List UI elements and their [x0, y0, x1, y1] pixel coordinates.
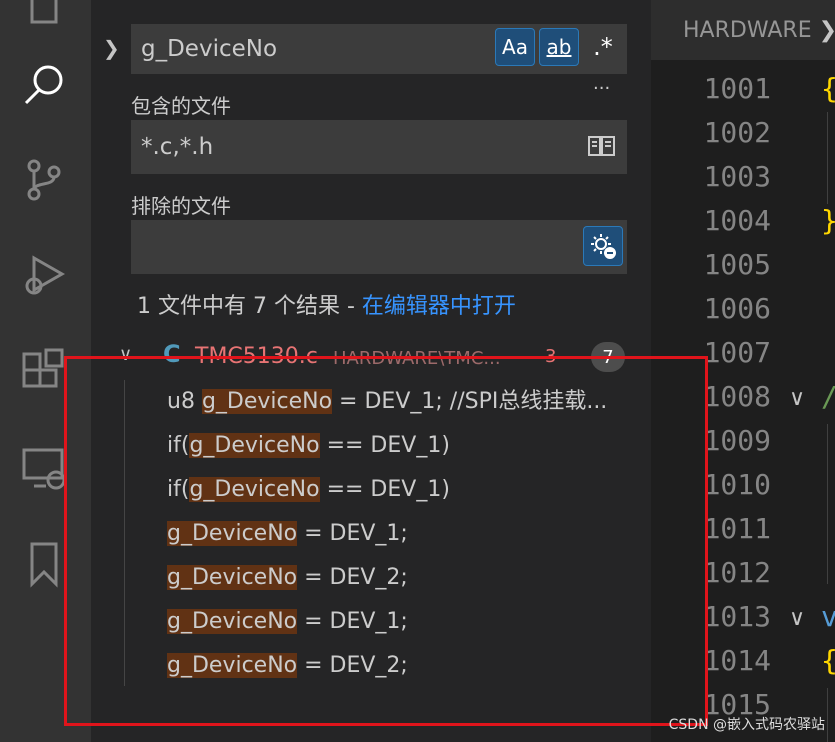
- line-number: 1010: [703, 468, 771, 501]
- toggle-replace-chevron-icon[interactable]: ❯: [103, 36, 120, 60]
- match-whole-word-button[interactable]: ab: [539, 28, 579, 66]
- fold-chevron-icon[interactable]: ∨: [789, 606, 805, 631]
- match-count-badge: 7: [591, 342, 625, 372]
- open-editors-only-book-icon[interactable]: [587, 134, 617, 162]
- search-result-line[interactable]: g_DeviceNo = DEV_2;: [167, 646, 408, 686]
- more-options-icon[interactable]: ···: [593, 78, 610, 99]
- result-prefix: if(: [167, 477, 190, 502]
- search-icon[interactable]: [16, 56, 72, 112]
- result-suffix: = DEV_1; //SPI总线挂载...: [332, 389, 608, 414]
- match-whole-word-label: ab: [546, 35, 572, 59]
- line-number: 1009: [703, 424, 771, 457]
- line-number: 1008: [703, 380, 771, 413]
- c-file-icon: C: [163, 340, 181, 368]
- result-prefix: u8: [167, 389, 202, 414]
- include-files-input[interactable]: *.c,*.h: [131, 120, 627, 174]
- search-result-line[interactable]: g_DeviceNo = DEV_1;: [167, 514, 408, 554]
- problems-count: 3: [545, 346, 557, 367]
- result-suffix: = DEV_2;: [297, 653, 408, 678]
- editor-tab-label[interactable]: HARDWARE ❯: [683, 18, 835, 43]
- extensions-icon[interactable]: [16, 344, 72, 400]
- code-glyph: {: [821, 72, 835, 105]
- code-glyph: /: [821, 380, 835, 413]
- remote-explorer-icon[interactable]: [16, 440, 72, 496]
- match-case-button[interactable]: Aa: [495, 28, 535, 66]
- indent-guide: [827, 688, 828, 742]
- line-number: 1005: [703, 248, 771, 281]
- exclude-files-label: 排除的文件: [131, 194, 231, 218]
- line-number: 1012: [703, 556, 771, 589]
- line-number: 1002: [703, 116, 771, 149]
- line-number: 1011: [703, 512, 771, 545]
- result-suffix: = DEV_1;: [297, 521, 408, 546]
- results-summary-text: 1 文件中有 7 个结果 -: [137, 294, 362, 319]
- search-result-line[interactable]: g_DeviceNo = DEV_2;: [167, 558, 408, 598]
- fold-chevron-icon[interactable]: ∨: [789, 386, 805, 411]
- watermark: CSDN @嵌入式码农驿站: [668, 717, 825, 733]
- source-control-icon[interactable]: [16, 152, 72, 208]
- bookmark-icon[interactable]: [16, 536, 72, 592]
- results-summary: 1 文件中有 7 个结果 - 在编辑器中打开: [137, 288, 516, 320]
- line-number: 1013: [703, 600, 771, 633]
- search-result-line[interactable]: u8 g_DeviceNo = DEV_1; //SPI总线挂载...: [167, 382, 607, 422]
- code-glyph: v: [821, 600, 835, 633]
- result-suffix: = DEV_2;: [297, 565, 408, 590]
- file-result-row[interactable]: ∨ C TMC5130.c HARDWARE\TMC... 3 7: [119, 340, 629, 376]
- editor-tab-bar: HARDWARE ❯: [651, 0, 835, 60]
- line-number: 1004: [703, 204, 771, 237]
- search-result-line[interactable]: if(g_DeviceNo == DEV_1): [167, 426, 450, 466]
- line-number: 1006: [703, 292, 771, 325]
- activity-bar: [0, 0, 91, 742]
- indent-guide: [827, 112, 828, 204]
- include-files-label: 包含的文件: [131, 94, 231, 118]
- code-glyph: }: [821, 204, 835, 237]
- search-query-text: g_DeviceNo: [141, 36, 278, 62]
- result-match-highlight: g_DeviceNo: [167, 521, 298, 546]
- search-result-line[interactable]: if(g_DeviceNo == DEV_1): [167, 470, 450, 510]
- result-file-path: HARDWARE\TMC...: [333, 348, 501, 369]
- result-suffix: == DEV_1): [319, 477, 450, 502]
- line-number: 1003: [703, 160, 771, 193]
- open-in-editor-link[interactable]: 在编辑器中打开: [362, 294, 516, 319]
- search-result-line[interactable]: g_DeviceNo = DEV_1;: [167, 602, 408, 642]
- result-suffix: == DEV_1): [319, 433, 450, 458]
- result-match-highlight: g_DeviceNo: [167, 609, 298, 634]
- collapse-chevron-icon[interactable]: ∨: [119, 344, 132, 365]
- match-case-label: Aa: [502, 35, 528, 59]
- editor-tab-title: HARDWARE: [683, 18, 812, 43]
- result-match-highlight: g_DeviceNo: [189, 433, 320, 458]
- search-panel: ❯ g_DeviceNo Aa ab .* ··· 包含的文件 *.c,*.h …: [91, 0, 651, 742]
- result-suffix: = DEV_1;: [297, 609, 408, 634]
- include-files-value: *.c,*.h: [141, 134, 214, 160]
- result-match-highlight: g_DeviceNo: [189, 477, 320, 502]
- tree-indent-guide: [124, 380, 125, 686]
- line-number: 1001: [703, 72, 771, 105]
- result-match-highlight: g_DeviceNo: [201, 389, 333, 414]
- code-glyph: {: [821, 644, 835, 677]
- result-prefix: if(: [167, 433, 190, 458]
- exclude-files-input[interactable]: [131, 220, 627, 274]
- result-match-highlight: g_DeviceNo: [167, 565, 298, 590]
- indent-guide: [827, 424, 828, 584]
- use-regex-button[interactable]: .*: [585, 28, 621, 66]
- run-debug-icon[interactable]: [16, 248, 72, 304]
- explorer-icon[interactable]: [16, 0, 72, 36]
- line-number: 1014: [703, 644, 771, 677]
- line-number: 1007: [703, 336, 771, 369]
- result-filename: TMC5130.c: [195, 344, 318, 369]
- editor-area: HARDWARE ❯ 1001 1002 1003 1004 1005 1006 1007 1…: [651, 0, 835, 742]
- result-match-highlight: g_DeviceNo: [167, 653, 298, 678]
- use-exclude-settings-gear-icon[interactable]: [583, 226, 623, 266]
- use-regex-label: .*: [593, 33, 613, 61]
